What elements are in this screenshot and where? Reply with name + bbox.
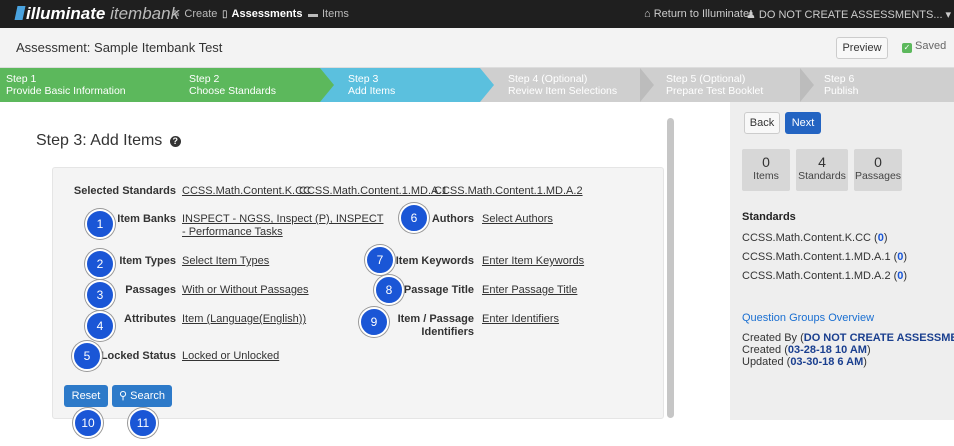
step-5[interactable]: Step 5 (Optional) Prepare Test Booklet bbox=[666, 68, 763, 102]
step-6[interactable]: Step 6 Publish bbox=[824, 68, 858, 102]
page-title: Assessment: Sample Itembank Test bbox=[16, 40, 223, 55]
caret-down-icon: ▾ bbox=[942, 9, 952, 21]
reset-button[interactable]: Reset bbox=[64, 385, 108, 407]
user-menu[interactable]: ♟ DO NOT CREATE ASSESSMENTS... ▾ bbox=[746, 8, 951, 21]
page-header: Assessment: Sample Itembank Test Preview… bbox=[0, 28, 954, 68]
saved-status: ✓ Saved bbox=[902, 40, 947, 53]
step-3[interactable]: Step 3 Add Items bbox=[348, 68, 395, 102]
annotation-badge: 8 bbox=[374, 275, 404, 305]
folder-icon: ▬ bbox=[308, 9, 318, 20]
selected-standard-link[interactable]: CCSS.Math.Content.1.MD.A.2 bbox=[434, 185, 583, 197]
standard-row: CCSS.Math.Content.K.CC (0) bbox=[742, 232, 888, 244]
created-date: Created (03-28-18 10 AM) bbox=[742, 344, 871, 356]
annotation-badge: 5 bbox=[72, 341, 102, 371]
step-1[interactable]: Step 1 Provide Basic Information bbox=[6, 68, 126, 102]
standards-count: 4 Standards bbox=[796, 149, 848, 191]
home-icon: ⌂ bbox=[644, 8, 654, 20]
created-by: Created By (DO NOT CREATE ASSESSMENTS, bbox=[742, 332, 954, 344]
annotation-badge: 7 bbox=[365, 245, 395, 275]
document-icon: ▯ bbox=[222, 9, 228, 20]
question-groups-link[interactable]: Question Groups Overview bbox=[742, 312, 874, 324]
step-2[interactable]: Step 2 Choose Standards bbox=[189, 68, 276, 102]
top-navbar: illuminate itembank ✎ Create ▯ Assessments… bbox=[0, 0, 954, 28]
selected-standard-link[interactable]: CCSS.Math.Content.K.CC bbox=[182, 185, 311, 197]
item-types-link[interactable]: Select Item Types bbox=[182, 255, 269, 267]
illuminate-logo-icon bbox=[14, 6, 26, 20]
attributes-link[interactable]: Item (Language(English)) bbox=[182, 313, 306, 325]
annotation-badge: 9 bbox=[359, 307, 389, 337]
item-keywords-link[interactable]: Enter Item Keywords bbox=[482, 255, 584, 267]
annotation-badge: 2 bbox=[85, 249, 115, 279]
search-button[interactable]: ⚲ Search bbox=[112, 385, 172, 407]
pencil-icon: ✎ bbox=[172, 9, 181, 20]
preview-button[interactable]: Preview bbox=[836, 37, 888, 59]
annotation-badge: 4 bbox=[85, 311, 115, 341]
user-icon: ♟ bbox=[746, 9, 759, 21]
locked-status-link[interactable]: Locked or Unlocked bbox=[182, 350, 279, 362]
item-types-label: Item Types bbox=[119, 255, 176, 267]
standard-row: CCSS.Math.Content.1.MD.A.2 (0) bbox=[742, 270, 908, 282]
scrollbar[interactable] bbox=[667, 118, 674, 418]
section-title: Step 3: Add Items ? bbox=[36, 132, 181, 150]
standard-row: CCSS.Math.Content.1.MD.A.1 (0) bbox=[742, 251, 908, 263]
search-icon: ⚲ bbox=[119, 390, 131, 402]
item-banks-link[interactable]: INSPECT - NGSS, Inspect (P), INSPECT bbox=[182, 213, 384, 225]
annotation-badge: 10 bbox=[73, 408, 103, 438]
back-button[interactable]: Back bbox=[744, 112, 780, 134]
standards-heading: Standards bbox=[742, 211, 796, 223]
brand-name: illuminate bbox=[26, 4, 106, 23]
help-icon[interactable]: ? bbox=[169, 136, 181, 147]
annotation-badge: 6 bbox=[399, 203, 429, 233]
nav-items[interactable]: ▬ Items bbox=[308, 8, 349, 20]
next-button[interactable]: Next bbox=[785, 112, 821, 134]
passage-title-link[interactable]: Enter Passage Title bbox=[482, 284, 577, 296]
identifiers-link[interactable]: Enter Identifiers bbox=[482, 313, 559, 325]
selected-standard-link[interactable]: CCSS.Math.Content.1.MD.A.1 bbox=[299, 185, 448, 197]
item-banks-link-cont[interactable]: - Performance Tasks bbox=[182, 226, 283, 238]
nav-assessments[interactable]: ▯ Assessments bbox=[222, 8, 302, 20]
annotation-badge: 3 bbox=[85, 280, 115, 310]
authors-link[interactable]: Select Authors bbox=[482, 213, 553, 225]
annotation-badge: 1 bbox=[85, 209, 115, 239]
attributes-label: Attributes bbox=[124, 313, 176, 325]
check-icon: ✓ bbox=[902, 43, 912, 53]
wizard-steps: Step 1 Provide Basic Information Step 2 Ch… bbox=[0, 68, 954, 102]
updated-date: Updated (03-30-18 6 AM) bbox=[742, 356, 867, 368]
brand-subname: itembank bbox=[110, 4, 180, 23]
items-count: 0 Items bbox=[742, 149, 790, 191]
nav-create[interactable]: ✎ Create bbox=[172, 8, 217, 20]
item-banks-label: Item Banks bbox=[117, 213, 176, 225]
brand-logo[interactable]: illuminate itembank bbox=[14, 4, 180, 24]
selected-standards-label: Selected Standards bbox=[73, 185, 176, 197]
passages-label: Passages bbox=[125, 284, 176, 296]
step-4[interactable]: Step 4 (Optional) Review Item Selections bbox=[508, 68, 617, 102]
annotation-badge: 11 bbox=[128, 408, 158, 438]
passages-count: 0 Passages bbox=[854, 149, 902, 191]
passages-link[interactable]: With or Without Passages bbox=[182, 284, 309, 296]
return-link[interactable]: ⌂ Return to Illuminate bbox=[644, 8, 749, 20]
